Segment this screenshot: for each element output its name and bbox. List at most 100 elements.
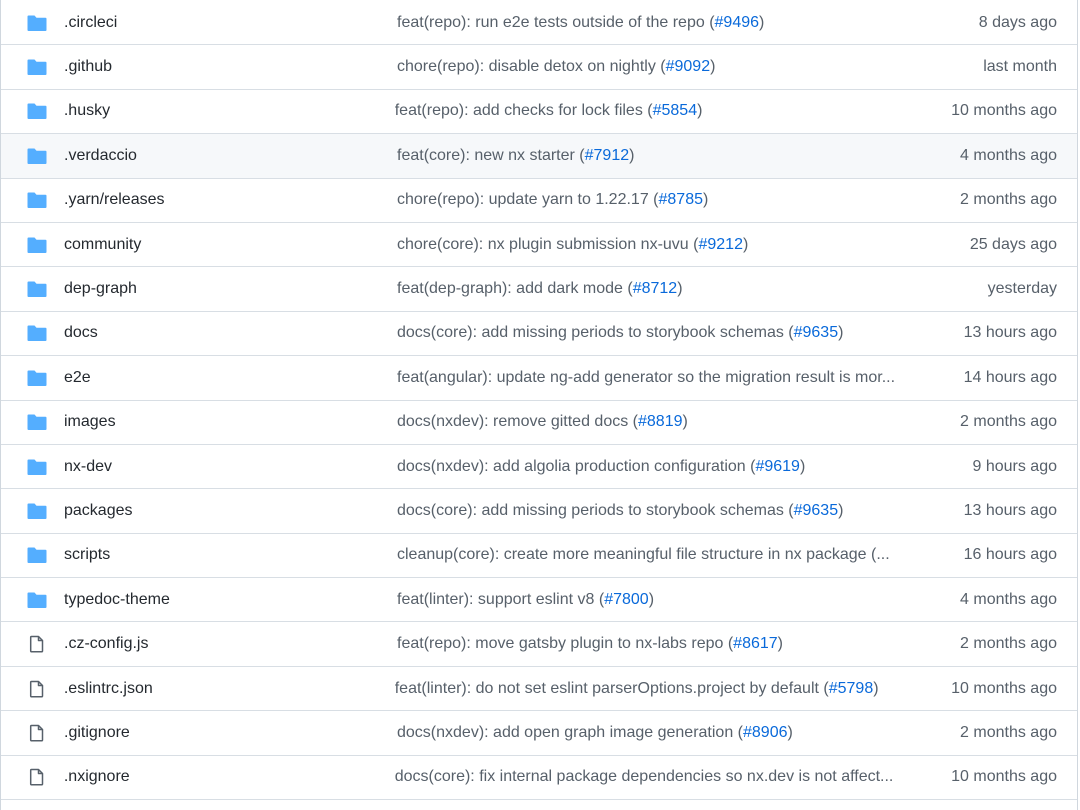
file-row[interactable]: .cz-config.js feat(repo): move gatsby plu… bbox=[1, 622, 1077, 667]
file-row[interactable]: .nxignore docs(core): fix internal packag… bbox=[1, 756, 1077, 801]
commit-message-link[interactable]: feat(linter): support eslint v8 ( bbox=[397, 591, 604, 608]
file-row[interactable]: .verdaccio feat(core): new nx starter (#7… bbox=[1, 134, 1077, 179]
commit-message-link[interactable]: docs(nxdev): add algolia production conf… bbox=[397, 458, 755, 475]
commit-message-link[interactable]: feat(repo): add checks for lock files ( bbox=[395, 102, 653, 119]
file-name-link[interactable]: nx-dev bbox=[64, 458, 112, 475]
file-name-cell: community bbox=[64, 236, 397, 254]
file-row[interactable]: scripts cleanup(core): create more meanin… bbox=[1, 534, 1077, 579]
commit-message-link[interactable]: feat(core): new nx starter ( bbox=[397, 147, 585, 164]
commit-message-suffix: ) bbox=[838, 501, 844, 519]
commit-message-link[interactable]: feat(linter): do not set eslint parserOp… bbox=[395, 680, 829, 697]
file-name-cell: .eslintrc.json bbox=[64, 680, 395, 698]
folder-icon bbox=[25, 102, 49, 120]
commit-message-suffix: ) bbox=[873, 679, 879, 697]
commit-message-link[interactable]: chore(repo): update yarn to 1.22.17 ( bbox=[397, 191, 659, 208]
file-name-link[interactable]: .circleci bbox=[64, 14, 117, 31]
file-row[interactable]: docs docs(core): add missing periods to s… bbox=[1, 312, 1077, 357]
file-name-link[interactable]: .gitignore bbox=[64, 724, 130, 741]
pull-request-link[interactable]: #9619 bbox=[755, 458, 800, 475]
pull-request-link[interactable]: #7800 bbox=[604, 591, 649, 608]
commit-message-link[interactable]: feat(angular): update ng-add generator s… bbox=[397, 369, 895, 386]
pull-request-link[interactable]: #5798 bbox=[829, 680, 874, 697]
commit-message-link[interactable]: feat(repo): move gatsby plugin to nx-lab… bbox=[397, 635, 733, 652]
file-row[interactable]: .husky feat(repo): add checks for lock fi… bbox=[1, 90, 1077, 135]
pull-request-link[interactable]: #9635 bbox=[794, 502, 839, 519]
commit-message-cell: chore(repo): disable detox on nightly (#… bbox=[397, 58, 957, 76]
commit-message-cell: chore(core): nx plugin submission nx-uvu… bbox=[397, 236, 957, 254]
file-list: .circleci feat(repo): run e2e tests outsi… bbox=[0, 0, 1078, 810]
file-row[interactable]: images docs(nxdev): remove gitted docs (#… bbox=[1, 401, 1077, 445]
commit-message-link[interactable]: docs(nxdev): remove gitted docs ( bbox=[397, 413, 638, 430]
file-name-cell: .husky bbox=[64, 102, 395, 120]
pull-request-link[interactable]: #5854 bbox=[653, 102, 698, 119]
pull-request-link[interactable]: #9212 bbox=[698, 236, 743, 253]
commit-message-link[interactable]: feat(repo): run e2e tests outside of the… bbox=[397, 14, 715, 31]
file-row[interactable]: nx-dev docs(nxdev): add algolia productio… bbox=[1, 445, 1077, 490]
file-name-link[interactable]: docs bbox=[64, 324, 98, 341]
commit-message-link[interactable]: cleanup(core): create more meaningful fi… bbox=[397, 546, 890, 563]
file-name-link[interactable]: .cz-config.js bbox=[64, 635, 148, 652]
file-row[interactable]: .github chore(repo): disable detox on nig… bbox=[1, 45, 1077, 90]
commit-message-suffix: ) bbox=[629, 146, 635, 164]
pull-request-link[interactable]: #9496 bbox=[715, 14, 760, 31]
file-name-link[interactable]: .eslintrc.json bbox=[64, 680, 153, 697]
commit-age: 9 hours ago bbox=[972, 457, 1057, 475]
pull-request-link[interactable]: #8617 bbox=[733, 635, 778, 652]
file-name-link[interactable]: packages bbox=[64, 502, 133, 519]
commit-age: 10 months ago bbox=[951, 679, 1057, 697]
file-name-cell: scripts bbox=[64, 546, 397, 564]
pull-request-link[interactable]: #9635 bbox=[794, 324, 839, 341]
file-name-link[interactable]: .husky bbox=[64, 102, 110, 119]
commit-age: 4 months ago bbox=[960, 146, 1057, 164]
file-row[interactable]: .yarn/releases chore(repo): update yarn t… bbox=[1, 179, 1077, 223]
file-name-cell: e2e bbox=[64, 369, 397, 387]
file-name-link[interactable]: e2e bbox=[64, 369, 91, 386]
commit-age: 13 hours ago bbox=[963, 324, 1057, 342]
commit-message-cell: feat(repo): move gatsby plugin to nx-lab… bbox=[397, 635, 957, 653]
commit-message-link[interactable]: feat(dep-graph): add dark mode ( bbox=[397, 280, 633, 297]
file-row[interactable]: .circleci feat(repo): run e2e tests outsi… bbox=[1, 0, 1077, 46]
pull-request-link[interactable]: #7912 bbox=[585, 147, 630, 164]
commit-message-link[interactable]: docs(core): add missing periods to story… bbox=[397, 502, 794, 519]
file-row[interactable]: .gitignore docs(nxdev): add open graph im… bbox=[1, 711, 1077, 756]
commit-message-link[interactable]: docs(nxdev): add open graph image genera… bbox=[397, 724, 743, 741]
file-name-link[interactable]: .yarn/releases bbox=[64, 191, 165, 208]
file-name-link[interactable]: dep-graph bbox=[64, 280, 137, 297]
file-name-cell: nx-dev bbox=[64, 458, 397, 476]
folder-icon bbox=[25, 58, 49, 76]
commit-message-suffix: ) bbox=[777, 635, 783, 653]
commit-message-link[interactable]: chore(core): nx plugin submission nx-uvu… bbox=[397, 236, 698, 253]
folder-icon bbox=[25, 324, 49, 342]
commit-message-suffix: ) bbox=[648, 590, 655, 608]
file-name-link[interactable]: images bbox=[64, 413, 116, 430]
file-name-link[interactable]: .nxignore bbox=[64, 768, 130, 785]
commit-message-cell: feat(linter): support eslint v8 (#7800) bbox=[397, 591, 957, 609]
commit-message-cell: chore(repo): update yarn to 1.22.17 (#87… bbox=[397, 191, 957, 209]
file-name-link[interactable]: .github bbox=[64, 58, 112, 75]
file-name-link[interactable]: community bbox=[64, 236, 141, 253]
commit-message-link[interactable]: docs(core): add missing periods to story… bbox=[397, 324, 794, 341]
file-row[interactable]: community chore(core): nx plugin submissi… bbox=[1, 223, 1077, 268]
commit-message-cell: docs(core): add missing periods to story… bbox=[397, 324, 957, 342]
file-row[interactable]: .eslintrc.json feat(linter): do not set e… bbox=[1, 667, 1077, 712]
commit-age: 25 days ago bbox=[969, 235, 1057, 253]
pull-request-link[interactable]: #9092 bbox=[666, 58, 711, 75]
file-row[interactable]: dep-graph feat(dep-graph): add dark mode … bbox=[1, 267, 1077, 312]
file-row[interactable]: typedoc-theme feat(linter): support eslin… bbox=[1, 578, 1077, 623]
pull-request-link[interactable]: #8906 bbox=[743, 724, 788, 741]
file-name-link[interactable]: scripts bbox=[64, 546, 110, 563]
folder-icon bbox=[25, 14, 49, 32]
commit-message-link[interactable]: chore(repo): disable detox on nightly ( bbox=[397, 58, 666, 75]
pull-request-link[interactable]: #8819 bbox=[638, 413, 683, 430]
pull-request-link[interactable]: #8785 bbox=[659, 191, 704, 208]
file-row[interactable]: packages docs(core): add missing periods … bbox=[1, 489, 1077, 534]
commit-message-link[interactable]: docs(core): fix internal package depende… bbox=[395, 768, 894, 785]
commit-message-suffix: ) bbox=[759, 13, 765, 31]
commit-message-cell: feat(repo): run e2e tests outside of the… bbox=[397, 14, 957, 32]
commit-age: 2 months ago bbox=[960, 413, 1057, 431]
pull-request-link[interactable]: #8712 bbox=[633, 280, 678, 297]
file-name-link[interactable]: typedoc-theme bbox=[64, 591, 170, 608]
commit-age: 13 hours ago bbox=[963, 501, 1057, 519]
file-name-link[interactable]: .verdaccio bbox=[64, 147, 137, 164]
file-row[interactable]: e2e feat(angular): update ng-add generato… bbox=[1, 356, 1077, 401]
